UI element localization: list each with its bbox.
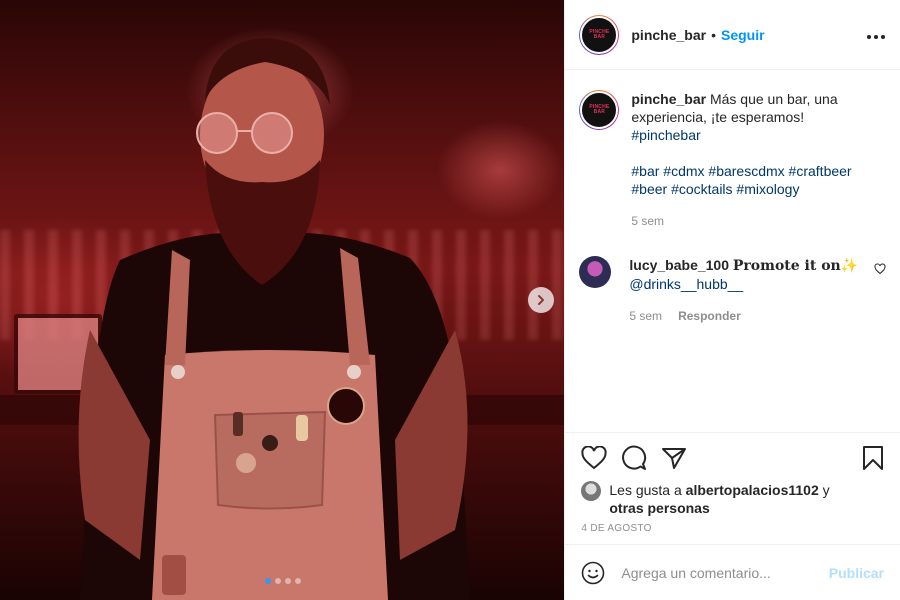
- follow-button[interactable]: Seguir: [721, 27, 765, 43]
- carousel-dot: [284, 578, 291, 584]
- caption-body: pinche_bar Más que un bar, una experienc…: [631, 90, 886, 230]
- more-options-icon: [867, 35, 885, 39]
- comment-item: lucy_babe_100 Promote it on✨ @drinks__hu…: [579, 256, 886, 325]
- brand-logo-icon: PINCHE BAR: [589, 104, 610, 115]
- avatar: PINCHE BAR: [580, 15, 619, 54]
- comment-body: lucy_babe_100 Promote it on✨ @drinks__hu…: [629, 256, 868, 325]
- share-button[interactable]: [661, 446, 687, 470]
- comments-section: PINCHE BAR pinche_bar Más que un bar, una…: [565, 70, 900, 432]
- avatar: PINCHE BAR: [580, 91, 619, 129]
- caption-hashtag-pinchebar[interactable]: #pinchebar: [631, 127, 700, 143]
- likes-connector: y: [822, 482, 830, 498]
- carousel-next-button[interactable]: [528, 287, 554, 313]
- reply-button[interactable]: Responder: [678, 307, 741, 325]
- post-actions: Les gusta a albertopalacios1102 y otras …: [565, 432, 900, 544]
- emoji-button[interactable]: [581, 561, 605, 585]
- caption-avatar-ring[interactable]: PINCHE BAR: [579, 90, 620, 130]
- carousel-dot-active: [264, 578, 271, 584]
- comment-time[interactable]: 5 sem: [629, 307, 662, 325]
- liker-username[interactable]: albertopalacios1102: [686, 482, 819, 498]
- add-comment-bar: Publicar: [565, 544, 900, 600]
- like-button[interactable]: [581, 446, 607, 470]
- bartender-figure: [78, 38, 470, 600]
- caption-hashtags-line-2[interactable]: #bar #cdmx #barescdmx #craftbeer: [631, 163, 851, 179]
- brand-logo-icon: PINCHE BAR: [589, 28, 610, 40]
- carousel-indicator: [0, 578, 564, 584]
- share-paper-plane-icon: [662, 448, 687, 469]
- more-options-button[interactable]: [866, 24, 886, 45]
- commenter-avatar[interactable]: [579, 256, 612, 288]
- post-photo[interactable]: [0, 0, 565, 600]
- comment-text: Promote it on✨: [732, 258, 859, 274]
- like-comment-button[interactable]: [874, 256, 886, 325]
- instagram-post: PINCHE BAR pinche_bar • Seguir PINCHE BAR: [0, 0, 900, 600]
- liker-avatar[interactable]: [581, 481, 602, 501]
- bookmark-icon: [863, 446, 883, 470]
- comment-bubble-icon: [622, 445, 647, 470]
- comment-button[interactable]: [621, 445, 647, 471]
- separator-bullet: •: [711, 26, 716, 43]
- header-username[interactable]: pinche_bar: [631, 27, 706, 43]
- comment-username[interactable]: lucy_babe_100: [629, 257, 729, 273]
- comment-mention[interactable]: @drinks__hubb__: [629, 276, 743, 292]
- caption-time[interactable]: 5 sem: [631, 212, 664, 230]
- carousel-dot: [274, 578, 281, 584]
- carousel-dot: [294, 578, 301, 584]
- likes-summary: Les gusta a albertopalacios1102 y otras …: [581, 481, 884, 517]
- save-button[interactable]: [862, 445, 884, 471]
- post-date[interactable]: 4 DE AGOSTO: [581, 523, 884, 534]
- comment-input[interactable]: [619, 563, 829, 582]
- heart-icon: [581, 446, 607, 470]
- likes-text: Les gusta a albertopalacios1102 y otras …: [609, 481, 829, 517]
- caption-hashtags-line-3[interactable]: #beer #cocktails #mixology: [631, 181, 799, 197]
- caption-username[interactable]: pinche_bar: [631, 91, 706, 107]
- profile-avatar-ring[interactable]: PINCHE BAR: [579, 14, 620, 55]
- heart-outline-icon: [874, 263, 886, 275]
- likes-prefix: Les gusta a: [609, 482, 682, 498]
- comment-meta: 5 sem Responder: [629, 307, 868, 325]
- post-side-panel: PINCHE BAR pinche_bar • Seguir PINCHE BAR: [564, 0, 900, 600]
- chevron-right-icon: [538, 295, 544, 305]
- action-icons-row: [581, 443, 884, 473]
- likes-others-link[interactable]: otras personas: [609, 500, 709, 516]
- publish-button[interactable]: Publicar: [829, 565, 884, 581]
- caption-meta: 5 sem: [631, 212, 886, 230]
- post-header: PINCHE BAR pinche_bar • Seguir: [565, 0, 900, 70]
- caption: PINCHE BAR pinche_bar Más que un bar, una…: [579, 90, 886, 230]
- emoji-smiley-icon: [582, 561, 605, 584]
